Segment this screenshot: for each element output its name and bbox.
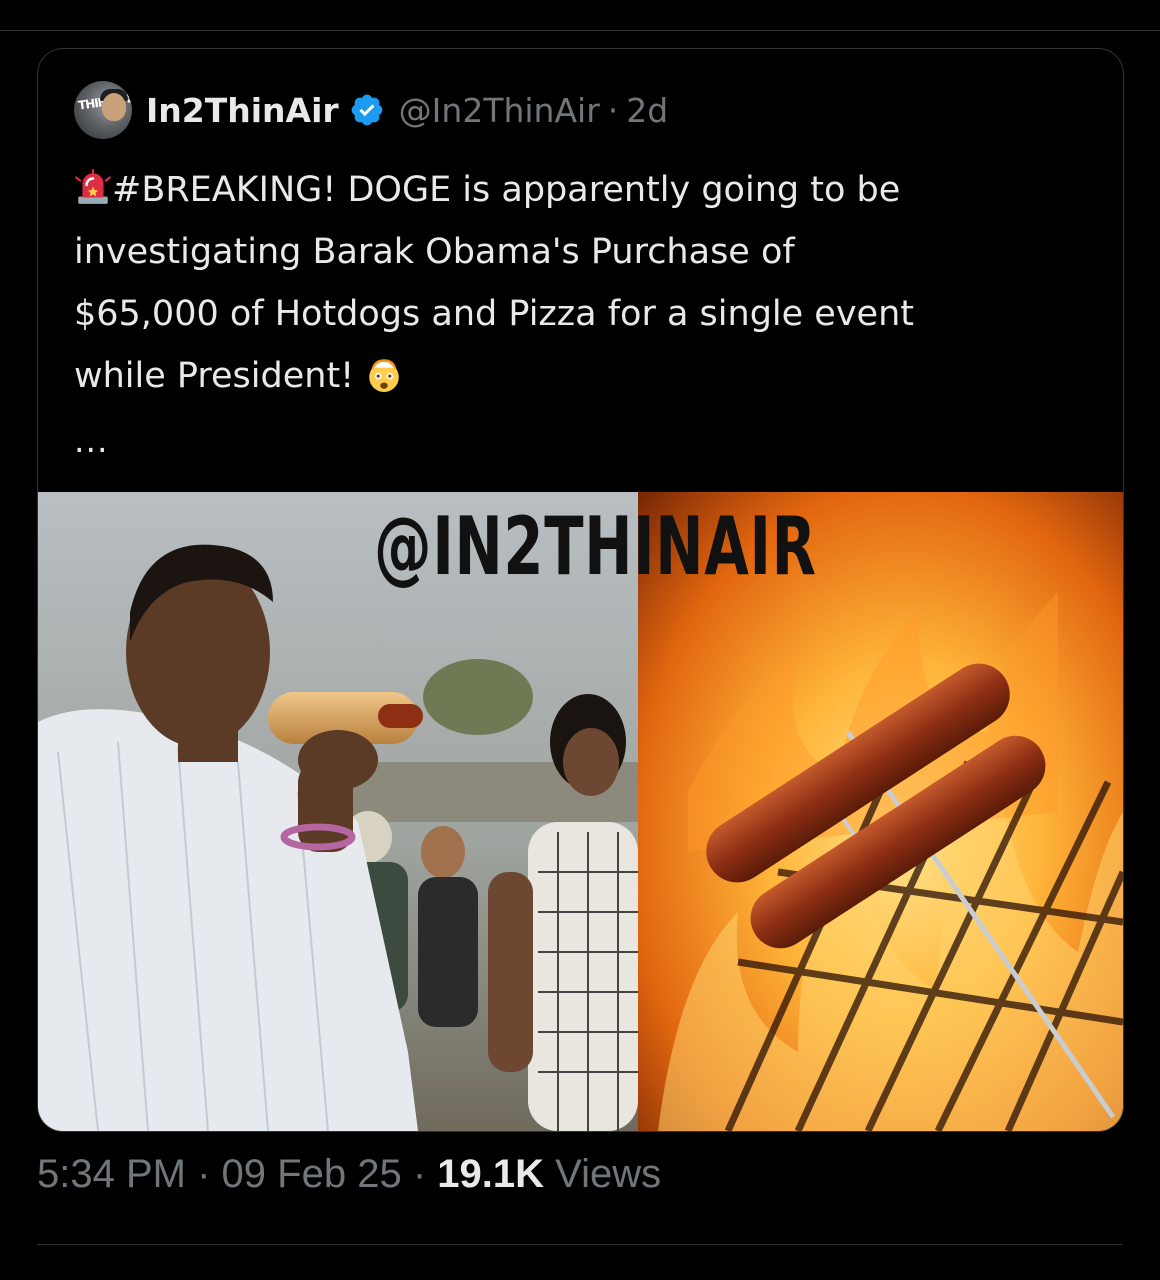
tweet-time-ago[interactable]: 2d: [626, 91, 668, 130]
display-name[interactable]: In2ThinAir: [146, 91, 339, 130]
show-more-indicator[interactable]: ...: [74, 421, 108, 460]
header-separator: ·: [607, 90, 619, 130]
tweet-date[interactable]: 09 Feb 25: [222, 1152, 402, 1196]
tweet-text-line-1: #BREAKING! DOGE is apparently going to b…: [112, 170, 901, 210]
user-handle[interactable]: @In2ThinAir: [399, 91, 600, 130]
quoted-tweet-card[interactable]: THIN AIR In2ThinAir @In2ThinAir · 2d #BR…: [37, 48, 1124, 1132]
views-label: Views: [555, 1152, 662, 1196]
tweet-meta-footer: 5:34 PM · 09 Feb 25 · 19.1K Views: [37, 1152, 661, 1197]
exploding-head-emoji-icon: [369, 359, 400, 392]
tweet-header: THIN AIR In2ThinAir @In2ThinAir · 2d: [74, 81, 668, 139]
tweet-detail-page: THIN AIR In2ThinAir @In2ThinAir · 2d #BR…: [0, 0, 1160, 1280]
tweet-text-line-2: investigating Barak Obama's Purchase of: [74, 232, 795, 272]
avatar-face: [102, 93, 126, 121]
avatar[interactable]: THIN AIR: [74, 81, 132, 139]
footer-separator-1: ·: [197, 1152, 211, 1196]
tweet-text-line-4: while President!: [74, 356, 355, 396]
views-count: 19.1K: [437, 1152, 545, 1196]
footer-separator-2: ·: [412, 1152, 427, 1196]
verified-badge-icon: [351, 94, 383, 126]
top-divider: [0, 30, 1160, 31]
police-light-emoji-icon: [75, 169, 111, 204]
tweet-text-line-3: $65,000 of Hotdogs and Pizza for a singl…: [74, 294, 914, 334]
bottom-divider: [37, 1244, 1122, 1245]
tweet-time[interactable]: 5:34 PM: [37, 1152, 186, 1196]
tweet-body: #BREAKING! DOGE is apparently going to b…: [74, 159, 1084, 407]
media-watermark: @IN2THINAIR: [374, 500, 817, 593]
